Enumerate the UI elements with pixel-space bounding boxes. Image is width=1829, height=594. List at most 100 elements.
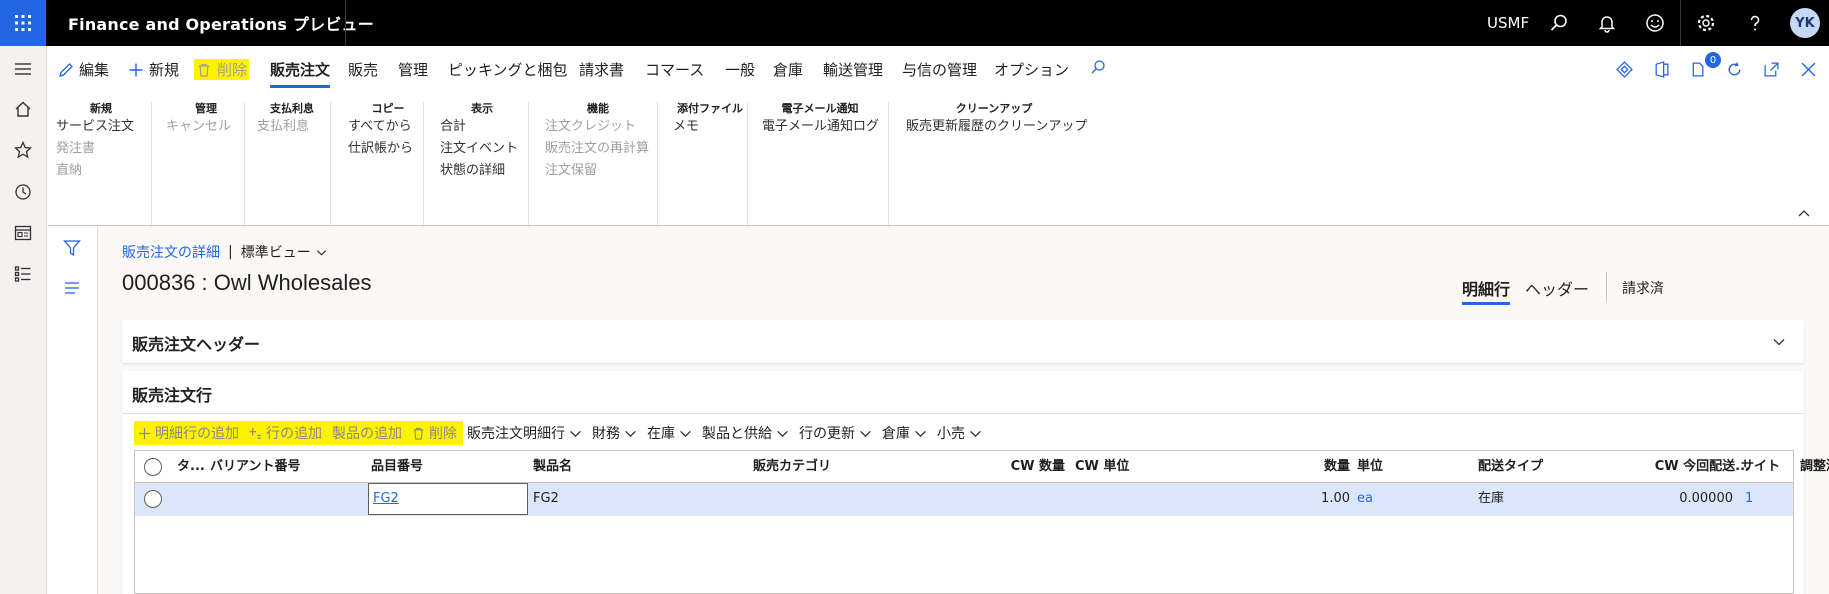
col-item-number[interactable]: 品目番号: [371, 451, 521, 483]
new-button[interactable]: 新規: [128, 59, 179, 80]
breadcrumb-form-link[interactable]: 販売注文の詳細: [122, 242, 220, 262]
gear-icon[interactable]: [1694, 11, 1718, 35]
refresh-icon[interactable]: [1723, 58, 1745, 80]
menu-update-line[interactable]: 行の更新: [795, 421, 878, 445]
tab-transportation[interactable]: 輸送管理: [823, 59, 883, 80]
copy-from-all-button[interactable]: すべてから: [348, 116, 428, 138]
remove-line-button[interactable]: 削除: [408, 421, 463, 445]
avatar[interactable]: YK: [1790, 8, 1820, 38]
menu-financials[interactable]: 財務: [588, 421, 643, 445]
copy-from-journal-button[interactable]: 仕訳帳から: [348, 138, 428, 160]
bell-icon[interactable]: [1595, 11, 1619, 35]
menu-sales-order-line[interactable]: 販売注文明細行: [463, 421, 588, 445]
delivery-type-cell[interactable]: 在庫: [1478, 483, 1618, 515]
header-fasttab[interactable]: 販売注文ヘッダー: [122, 320, 1804, 363]
pencil-icon: [59, 62, 73, 77]
app-title[interactable]: Finance and Operations プレビュー: [68, 11, 374, 35]
related-info-icon[interactable]: [63, 279, 81, 297]
sales-update-history-cleanup-button[interactable]: 販売更新履歴のクリーンアップ: [906, 116, 1087, 138]
add-products-button[interactable]: 製品の追加: [328, 421, 408, 445]
star-icon[interactable]: [12, 139, 34, 161]
totals-button[interactable]: 合計: [440, 116, 524, 138]
status-details-button[interactable]: 状態の詳細: [440, 160, 524, 182]
quantity-cell[interactable]: 1.00: [1265, 483, 1350, 515]
menu-retail[interactable]: 小売: [933, 421, 988, 445]
workspace-icon[interactable]: [12, 222, 34, 244]
collapse-action-pane-icon[interactable]: [1797, 206, 1811, 220]
tab-sell[interactable]: 販売: [348, 59, 378, 80]
menu-inventory[interactable]: 在庫: [643, 421, 698, 445]
service-order-button[interactable]: サービス注文: [56, 116, 146, 138]
credit-note-button[interactable]: 注文クレジット: [545, 116, 651, 138]
waffle-icon[interactable]: [0, 0, 46, 46]
order-hold-button[interactable]: 注文保留: [545, 160, 651, 182]
open-new-window-icon[interactable]: [1760, 58, 1782, 80]
select-all-checkbox[interactable]: [144, 458, 162, 476]
view-selector[interactable]: 標準ビュー: [241, 242, 327, 262]
delete-button[interactable]: 削除: [194, 59, 250, 80]
power-apps-icon[interactable]: [1613, 58, 1635, 80]
action-search-icon[interactable]: [1090, 59, 1106, 75]
office-icon[interactable]: [1650, 58, 1672, 80]
list-icon[interactable]: [12, 263, 34, 285]
smiley-icon[interactable]: [1643, 11, 1667, 35]
site-cell[interactable]: 1: [1745, 483, 1785, 515]
view-tab-lines[interactable]: 明細行: [1462, 276, 1510, 300]
tab-credit-management[interactable]: 与信の管理: [902, 59, 977, 80]
invoiced-filter[interactable]: 請求済: [1622, 278, 1664, 298]
group-title: クリーンアップ: [955, 102, 1033, 115]
tab-invoice[interactable]: 請求書: [579, 59, 624, 80]
col-cw-quantity[interactable]: CW 数量: [985, 451, 1065, 483]
company-picker[interactable]: USMF: [1487, 14, 1529, 32]
menu-warehouse[interactable]: 倉庫: [878, 421, 933, 445]
adjusted-price-cell[interactable]: 0.00000: [1655, 483, 1733, 515]
tab-general-manage[interactable]: 管理: [398, 59, 428, 80]
close-icon[interactable]: [1797, 58, 1819, 80]
home-icon[interactable]: [12, 98, 34, 120]
col-delivery-type[interactable]: 配送タイプ: [1478, 451, 1618, 483]
item-number-link[interactable]: FG2: [373, 483, 523, 515]
col-type[interactable]: タ...: [177, 451, 205, 483]
add-line-button[interactable]: 明細行の追加: [134, 421, 245, 445]
add-lines-button[interactable]: 行の追加: [245, 421, 328, 445]
row-select-checkbox[interactable]: [144, 490, 162, 508]
table-row[interactable]: FG2 FG2 1.00 ea 在庫 0.00000 1: [135, 483, 1793, 516]
group-view: 表示 合計 注文イベント 状態の詳細: [440, 100, 524, 204]
left-navigation: [0, 46, 47, 594]
recalculate-order-button[interactable]: 販売注文の再計算: [545, 138, 651, 160]
edit-button[interactable]: 編集: [58, 59, 109, 80]
direct-delivery-button[interactable]: 直納: [56, 160, 146, 182]
interest-button[interactable]: 支払利息: [257, 116, 327, 138]
col-unit[interactable]: 単位: [1357, 451, 1437, 483]
col-product-name[interactable]: 製品名: [533, 451, 733, 483]
product-name-cell[interactable]: FG2: [533, 483, 733, 515]
tab-retail[interactable]: コマース: [645, 59, 704, 80]
tab-general[interactable]: 一般: [725, 59, 755, 80]
purchase-order-button[interactable]: 発注書: [56, 138, 146, 160]
delete-label: 削除: [217, 61, 248, 79]
clock-icon[interactable]: [12, 181, 34, 203]
email-notification-log-button[interactable]: 電子メール通知ログ: [762, 116, 879, 138]
tab-warehouse[interactable]: 倉庫: [773, 59, 803, 80]
tab-sales-order[interactable]: 販売注文: [270, 59, 331, 88]
tab-options[interactable]: オプション: [994, 59, 1069, 80]
hamburger-icon[interactable]: [12, 58, 34, 80]
col-site[interactable]: サイト: [1741, 451, 1791, 483]
cancel-order-button[interactable]: キャンセル: [166, 116, 246, 138]
lines-fasttab-title[interactable]: 販売注文行: [132, 382, 212, 406]
order-events-button[interactable]: 注文イベント: [440, 138, 524, 160]
view-tab-header[interactable]: ヘッダー: [1525, 276, 1589, 300]
menu-product-and-supply[interactable]: 製品と供給: [698, 421, 795, 445]
col-cw-unit[interactable]: CW 単位: [1075, 451, 1175, 483]
col-variant-number[interactable]: バリアント番号: [210, 451, 360, 483]
search-icon[interactable]: [1547, 11, 1571, 35]
unit-cell[interactable]: ea: [1357, 483, 1437, 515]
col-quantity[interactable]: 数量: [1265, 451, 1350, 483]
notes-button[interactable]: メモ: [670, 116, 750, 138]
help-icon[interactable]: [1743, 11, 1767, 35]
filter-icon[interactable]: [63, 239, 81, 257]
col-sales-category[interactable]: 販売カテゴリ: [753, 451, 953, 483]
col-cw-deliver-now[interactable]: CW 今回配送...: [1615, 451, 1750, 483]
view-tab-lines-label: 明細行: [1462, 280, 1511, 299]
tab-pick-and-pack[interactable]: ピッキングと梱包: [448, 59, 568, 80]
